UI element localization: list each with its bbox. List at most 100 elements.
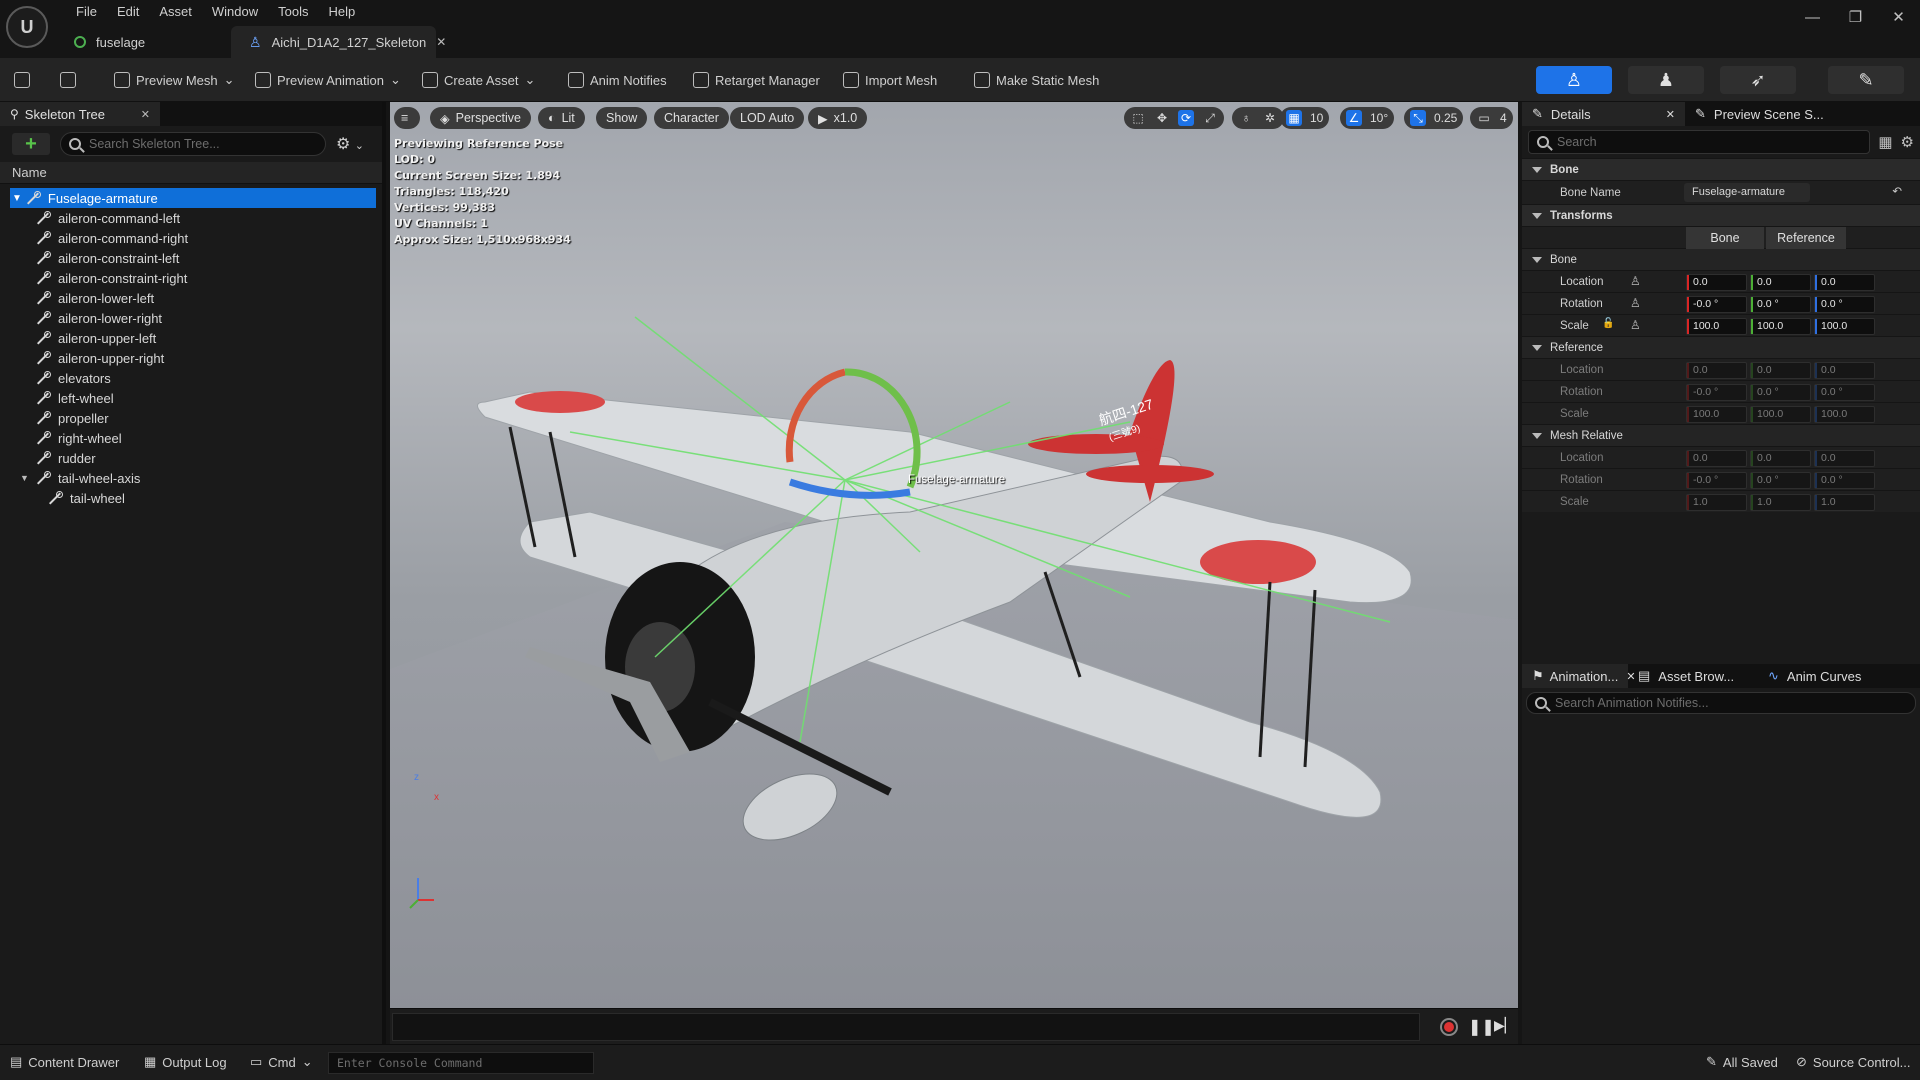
coordinate-space-icon[interactable]: ♙ [1630, 296, 1641, 310]
subsection-reference[interactable]: Reference [1522, 336, 1920, 358]
translate-icon[interactable]: ✥ [1154, 110, 1170, 126]
rotate-icon[interactable]: ⟳ [1178, 110, 1194, 126]
tree-row-bone[interactable]: aileron-constraint-left [0, 248, 382, 268]
all-saved-indicator[interactable]: ✎ All Saved [1706, 1054, 1778, 1070]
skeleton-tree-search-input[interactable]: Search Skeleton Tree... [60, 132, 326, 156]
menu-window[interactable]: Window [202, 3, 268, 21]
close-tab-icon[interactable]: ✕ [141, 108, 150, 121]
lod-button[interactable]: LOD Auto [730, 107, 805, 129]
import-mesh-button[interactable]: Import Mesh [843, 68, 937, 92]
notifies-search-input[interactable]: Search Animation Notifies... [1526, 692, 1916, 714]
menu-edit[interactable]: Edit [107, 3, 149, 21]
retarget-manager-button[interactable]: Retarget Manager [693, 68, 820, 92]
rotation-x-field[interactable]: -0.0 ° [1686, 296, 1747, 313]
camera-speed-control[interactable]: ▭ 4 [1470, 107, 1513, 129]
output-log-button[interactable]: ▦ Output Log [144, 1054, 227, 1070]
unreal-logo-icon[interactable]: U [6, 6, 48, 48]
coordinate-space-icon[interactable]: ♙ [1630, 274, 1641, 288]
select-icon[interactable]: ⬚ [1130, 110, 1146, 126]
section-transforms[interactable]: Transforms [1522, 204, 1920, 226]
subsection-bone[interactable]: Bone [1522, 248, 1920, 270]
step-forward-button[interactable]: ▶▏ [1494, 1017, 1516, 1034]
scale-x-field[interactable]: 100.0 [1686, 318, 1747, 335]
tree-row-bone[interactable]: aileron-lower-right [0, 308, 382, 328]
close-window-icon[interactable]: ✕ [1877, 0, 1920, 34]
rotation-z-field[interactable]: 0.0 ° [1814, 296, 1875, 313]
show-button[interactable]: Show [596, 107, 648, 129]
expand-arrow-icon[interactable]: ▼ [20, 473, 29, 483]
source-control-button[interactable]: ⊘ Source Control... [1796, 1054, 1910, 1070]
scale-icon[interactable]: ⤢ [1202, 110, 1218, 126]
anim-notifies-button[interactable]: Anim Notifies [568, 68, 667, 92]
tab-preview-scene[interactable]: ✎ Preview Scene S... [1685, 102, 1834, 126]
menu-asset[interactable]: Asset [149, 3, 202, 21]
tab-details[interactable]: ✎ Details ✕ [1522, 102, 1685, 126]
pause-button[interactable]: ❚❚ [1468, 1017, 1495, 1037]
expand-arrow-icon[interactable]: ▼ [12, 193, 22, 204]
content-drawer-button[interactable]: ▤ Content Drawer [10, 1054, 119, 1070]
scale-z-field[interactable]: 100.0 [1814, 318, 1875, 335]
tab-asset-browser[interactable]: ▤ Asset Brow... [1628, 664, 1758, 688]
column-header-name[interactable]: Name [0, 162, 382, 184]
tab-anim-curves[interactable]: ∿ Anim Curves [1758, 664, 1871, 688]
tree-row-bone[interactable]: propeller [0, 408, 382, 428]
reset-icon[interactable]: ↶ [1892, 184, 1902, 198]
playback-speed-button[interactable]: ▶ x1.0 [808, 107, 868, 129]
subsection-mesh-relative[interactable]: Mesh Relative [1522, 424, 1920, 446]
menu-tools[interactable]: Tools [268, 3, 318, 21]
tree-row-bone[interactable]: rudder [0, 448, 382, 468]
skeleton-mode-button[interactable]: ♙ [1536, 66, 1612, 94]
preview-mesh-button[interactable]: Preview Mesh ⌄ [114, 68, 235, 92]
restore-icon[interactable]: ❐ [1834, 0, 1877, 34]
tree-row-bone[interactable]: aileron-lower-left [0, 288, 382, 308]
tree-row-bone[interactable]: aileron-command-right [0, 228, 382, 248]
tree-row-bone[interactable]: right-wheel [0, 428, 382, 448]
tree-row-bone[interactable]: aileron-upper-right [0, 348, 382, 368]
character-button[interactable]: Character [654, 107, 729, 129]
tab-animation-notifies[interactable]: ⚑ Animation... ✕ [1522, 664, 1636, 688]
location-z-field[interactable]: 0.0 [1814, 274, 1875, 291]
browse-button[interactable] [60, 68, 76, 92]
preview-viewport[interactable]: Fuselage-armature 航四-127 (三號9) z x ≡ ◈ Pe… [390, 102, 1518, 1008]
details-search-input[interactable]: Search [1528, 130, 1871, 154]
surface-snap-icon[interactable]: ✲ [1262, 110, 1278, 126]
save-button[interactable] [14, 68, 30, 92]
menu-help[interactable]: Help [318, 3, 365, 21]
segment-reference-button[interactable]: Reference [1766, 227, 1846, 249]
scale-snap-control[interactable]: ⤡ 0.25 [1404, 107, 1464, 129]
tab-skeleton-tree[interactable]: ⚲ Skeleton Tree ✕ [0, 102, 160, 126]
physics-mode-button[interactable]: ✎ [1828, 66, 1904, 94]
tree-row-bone[interactable]: left-wheel [0, 388, 382, 408]
add-socket-button[interactable]: + [12, 133, 50, 155]
tree-row-root-bone[interactable]: ▼ Fuselage-armature [10, 188, 376, 208]
section-bone[interactable]: Bone [1522, 158, 1920, 180]
timeline-scrubber[interactable] [392, 1013, 1420, 1041]
settings-gear-button[interactable]: ⚙ ⌄ [336, 134, 370, 154]
menu-file[interactable]: File [66, 3, 107, 21]
animation-mode-button[interactable]: ➶ [1720, 66, 1796, 94]
mesh-mode-button[interactable]: ♟ [1628, 66, 1704, 94]
viewport-menu-button[interactable]: ≡ [394, 107, 420, 129]
console-command-input[interactable]: Enter Console Command [328, 1052, 594, 1074]
tree-row-bone[interactable]: aileron-upper-left [0, 328, 382, 348]
grid-snap-control[interactable]: ▦ 10 [1280, 107, 1330, 129]
close-tab-icon[interactable]: ✕ [436, 35, 446, 49]
tree-row-child-bone[interactable]: tail-wheel [0, 488, 382, 508]
make-static-mesh-button[interactable]: Make Static Mesh [974, 68, 1099, 92]
close-tab-icon[interactable]: ✕ [1666, 108, 1675, 121]
settings-gear-icon[interactable]: ⚙ [1901, 133, 1914, 151]
perspective-button[interactable]: ◈ Perspective [430, 107, 531, 129]
table-view-icon[interactable]: ▦ [1878, 133, 1892, 151]
scale-y-field[interactable]: 100.0 [1750, 318, 1811, 335]
location-x-field[interactable]: 0.0 [1686, 274, 1747, 291]
preview-animation-button[interactable]: Preview Animation ⌄ [255, 68, 401, 92]
rotation-y-field[interactable]: 0.0 ° [1750, 296, 1811, 313]
cmd-dropdown[interactable]: ▭ Cmd ⌄ [250, 1054, 313, 1070]
lit-button[interactable]: ◐ Lit [538, 107, 585, 129]
angle-snap-control[interactable]: ∠ 10° [1340, 107, 1395, 129]
tree-row-bone[interactable]: ▼ tail-wheel-axis [0, 468, 382, 488]
tree-row-bone[interactable]: aileron-constraint-right [0, 268, 382, 288]
doc-tab-skeleton[interactable]: ♙ Aichi_D1A2_127_Skeleton ✕ [231, 26, 446, 58]
minimize-icon[interactable]: — [1791, 0, 1834, 34]
location-y-field[interactable]: 0.0 [1750, 274, 1811, 291]
